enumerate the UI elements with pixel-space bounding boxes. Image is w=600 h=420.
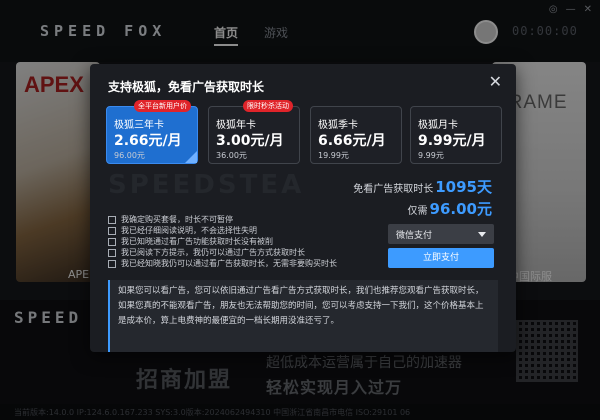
agreement-list: 我确定购买套餐，时长不可暂停 我已经仔细阅读说明，不会选择性失明 我已知晓通过看… bbox=[108, 214, 337, 269]
notice-text: 如果您可以看广告，您可以依旧通过广告看广告方式获取时长，我们也推荐您观看广告获取… bbox=[108, 280, 498, 352]
pay-now-button[interactable]: 立即支付 bbox=[388, 248, 494, 268]
free-time-label: 免看广告获取时长 bbox=[353, 184, 434, 195]
plan-price: 3.00元/月 bbox=[216, 133, 284, 149]
agreement-label: 我已经仔细阅读说明，不会选择性失明 bbox=[121, 226, 257, 235]
plan-badge: 全平台新用户价 bbox=[134, 100, 191, 112]
watermark: SPEEDSTEA bbox=[108, 170, 305, 200]
agreement-item[interactable]: 我已经知晓我仍可以通过看广告获取时长，无需非要购买时长 bbox=[108, 258, 337, 269]
free-time-info: 免看广告获取时长 1095天 bbox=[353, 176, 494, 197]
purchase-modal: 支持极狐，免看广告获取时长 ✕ SPEEDSTEA 全平台新用户价 极狐三年卡 … bbox=[90, 64, 516, 352]
checkbox[interactable] bbox=[108, 226, 116, 235]
plan-name: 极狐月卡 bbox=[418, 120, 458, 131]
plan-name: 极狐季卡 bbox=[318, 120, 358, 131]
plan-price: 2.66元/月 bbox=[114, 133, 182, 149]
agreement-item[interactable]: 我确定购买套餐，时长不可暂停 bbox=[108, 214, 337, 225]
plan-badge: 限时秒杀活动 bbox=[243, 100, 293, 112]
plan-card-3year[interactable]: 全平台新用户价 极狐三年卡 2.66元/月 96.00元 bbox=[106, 100, 198, 164]
checkbox[interactable] bbox=[108, 248, 116, 257]
checkbox[interactable] bbox=[108, 237, 116, 246]
plan-price: 6.66元/月 bbox=[318, 133, 386, 149]
plan-card-month[interactable]: 极狐月卡 9.99元/月 9.99元 bbox=[410, 106, 502, 164]
plan-name: 极狐三年卡 bbox=[114, 120, 164, 131]
only-label: 仅需 bbox=[407, 206, 428, 217]
plan-price: 9.99元/月 bbox=[418, 133, 486, 149]
agreement-label: 我确定购买套餐，时长不可暂停 bbox=[121, 215, 233, 224]
plan-total: 36.00元 bbox=[216, 151, 247, 160]
payment-method-select[interactable]: 微信支付 bbox=[388, 224, 494, 244]
plan-total: 9.99元 bbox=[418, 151, 444, 160]
plan-total: 19.99元 bbox=[318, 151, 349, 160]
chevron-down-icon bbox=[478, 232, 486, 237]
plan-total: 96.00元 bbox=[114, 151, 145, 160]
price-info: 仅需 96.00元 bbox=[408, 198, 494, 219]
free-time-value: 1095天 bbox=[435, 178, 492, 196]
agreement-label: 我已经知晓我仍可以通过看广告获取时长，无需非要购买时长 bbox=[121, 259, 337, 268]
agreement-item[interactable]: 我已经仔细阅读说明，不会选择性失明 bbox=[108, 225, 337, 236]
agreement-label: 我已知晓通过看广告功能获取时长没有被削 bbox=[121, 237, 273, 246]
close-button[interactable]: ✕ bbox=[489, 74, 502, 90]
agreement-item[interactable]: 我已知晓通过看广告功能获取时长没有被削 bbox=[108, 236, 337, 247]
agreement-label: 我已阅读下方提示，我仍可以通过广告方式获取时长 bbox=[121, 248, 305, 257]
total-price: 96.00元 bbox=[429, 200, 492, 218]
plan-name: 极狐年卡 bbox=[216, 120, 256, 131]
agreement-item[interactable]: 我已阅读下方提示，我仍可以通过广告方式获取时长 bbox=[108, 247, 337, 258]
plan-card-year[interactable]: 限时秒杀活动 极狐年卡 3.00元/月 36.00元 bbox=[208, 100, 300, 164]
modal-title: 支持极狐，免看广告获取时长 bbox=[108, 80, 265, 94]
checkbox[interactable] bbox=[108, 215, 116, 224]
payment-method-value: 微信支付 bbox=[396, 231, 433, 241]
checkbox[interactable] bbox=[108, 259, 116, 268]
selected-check-icon bbox=[185, 151, 197, 163]
plan-card-quarter[interactable]: 极狐季卡 6.66元/月 19.99元 bbox=[310, 106, 402, 164]
plan-list: 全平台新用户价 极狐三年卡 2.66元/月 96.00元 限时秒杀活动 极狐年卡… bbox=[106, 100, 502, 166]
